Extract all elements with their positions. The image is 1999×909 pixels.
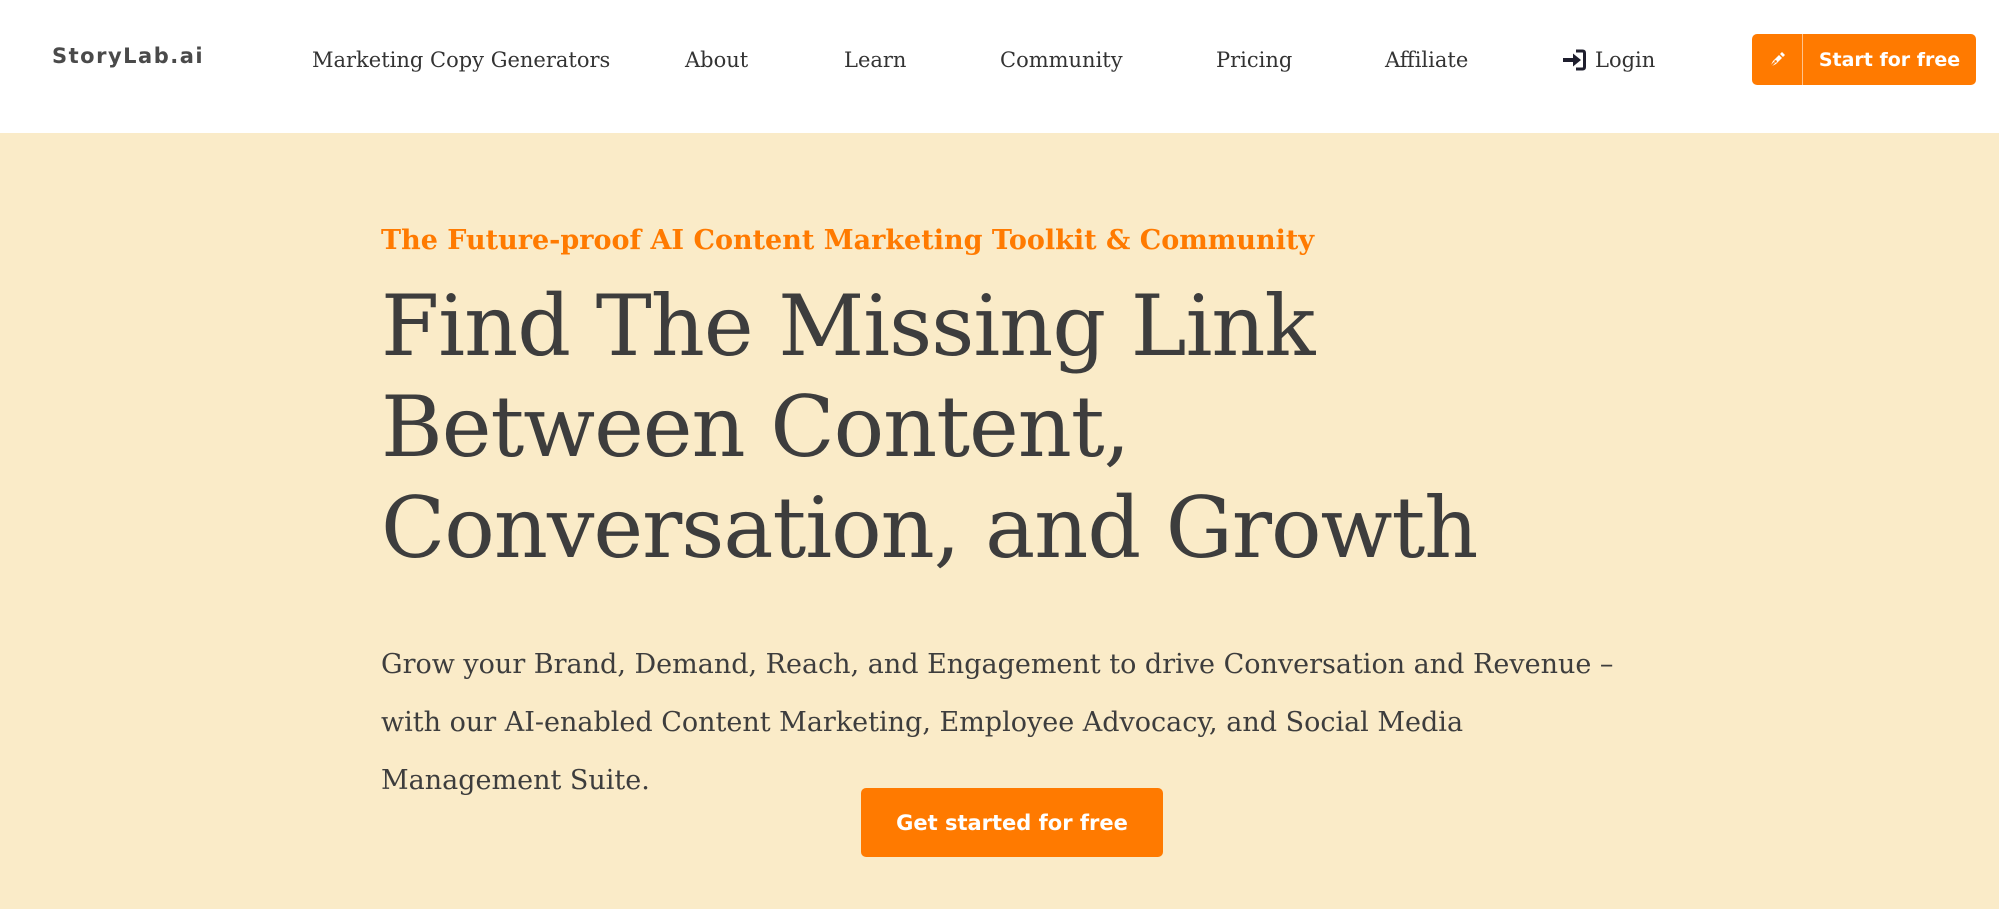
nav-item-pricing[interactable]: Pricing <box>1216 45 1292 75</box>
login-label: Login <box>1595 48 1656 72</box>
nav-item-about[interactable]: About <box>685 45 748 75</box>
site-header: StoryLab.ai Marketing Copy Generators Ab… <box>0 0 1999 133</box>
sign-in-icon <box>1562 49 1586 71</box>
storylab-logo[interactable]: StoryLab.ai <box>52 42 204 70</box>
nav-item-affiliate[interactable]: Affiliate <box>1385 45 1468 75</box>
start-for-free-button[interactable]: Start for free <box>1752 34 1976 85</box>
get-started-button[interactable]: Get started for free <box>861 788 1163 857</box>
hero-subtext: Grow your Brand, Demand, Reach, and Enga… <box>381 649 1614 796</box>
pen-icon <box>1752 34 1803 85</box>
nav-item-marketing-copy-generators[interactable]: Marketing Copy Generators <box>312 45 610 75</box>
hero-eyebrow: The Future-proof AI Content Marketing To… <box>381 225 1315 256</box>
login-link[interactable]: Login <box>1562 45 1655 75</box>
nav-item-learn[interactable]: Learn <box>844 45 906 75</box>
hero-section: The Future-proof AI Content Marketing To… <box>0 133 1999 909</box>
hero-headline: Find The Missing Link Between Content, C… <box>381 277 1478 577</box>
nav-item-community[interactable]: Community <box>1000 45 1123 75</box>
start-for-free-label: Start for free <box>1818 48 1961 71</box>
